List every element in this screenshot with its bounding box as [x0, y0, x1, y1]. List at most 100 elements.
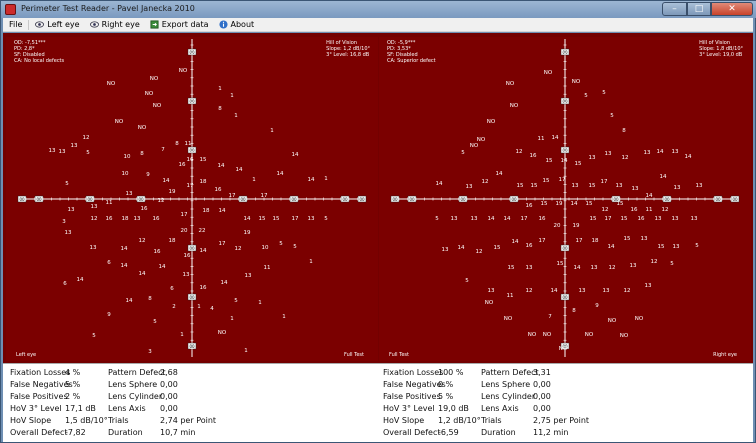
left-plot-sensitivity-value: 14	[163, 178, 170, 184]
stat-value: 0,00	[533, 404, 551, 413]
left-plot-sensitivity-value: 14	[236, 167, 243, 173]
menu-right-eye[interactable]: Right eye	[89, 20, 140, 29]
left-plot-sensitivity-value: 8	[148, 296, 152, 302]
right-plot-sensitivity-value: 12	[476, 249, 483, 255]
left-plot-sensitivity-value: 13	[59, 149, 66, 155]
right-plot-sensitivity-value: 14	[458, 245, 465, 251]
menu-bar: File Left eye Right eye Export data Abou…	[3, 18, 753, 32]
right-plot-sensitivity-value: NO	[470, 143, 479, 149]
left-plot-sensitivity-value: 10	[262, 245, 269, 251]
menu-file[interactable]: File	[9, 20, 22, 29]
left-plot-sensitivity-value: 13	[183, 272, 190, 278]
left-plot-sensitivity-value: NO	[218, 330, 227, 336]
stat-label: Pattern Defect	[481, 368, 539, 377]
left-plot-sensitivity-value: 14	[218, 163, 225, 169]
right-plot-sensitivity-value: 19	[573, 223, 580, 229]
left-plot-sensitivity-value: NO	[138, 125, 147, 131]
left-plot-sensitivity-value: 14	[308, 177, 315, 183]
stat-label: Trials	[108, 416, 129, 425]
stat-label: Overall Defect	[10, 428, 68, 437]
left-plot-sensitivity-value: 13	[90, 245, 97, 251]
stat-label: Overall Defect	[383, 428, 441, 437]
stat-value: 100 %	[438, 368, 464, 377]
right-plot-sensitivity-value: 5	[584, 93, 588, 99]
app-window: Perimeter Test Reader - Pavel Janecka 20…	[0, 0, 756, 443]
right-plot-sensitivity-value: 13	[442, 247, 449, 253]
right-plot-sensitivity-value: 13	[572, 183, 579, 189]
left-plot-sensitivity-value: 13	[65, 230, 72, 236]
right-plot-axis-marker: 00	[407, 195, 417, 203]
info-icon	[218, 20, 228, 29]
left-plot-sensitivity-value: 6	[63, 281, 67, 287]
window-title: Perimeter Test Reader - Pavel Janecka 20…	[21, 4, 195, 13]
right-plot-sensitivity-value: NO	[506, 81, 515, 87]
left-plot-sensitivity-value: 7	[161, 147, 165, 153]
svg-text:00: 00	[189, 50, 195, 55]
stat-value: 2,75 per Point	[533, 416, 590, 425]
right-plot-sensitivity-value: 5	[461, 150, 465, 156]
stat-label: Duration	[108, 428, 143, 437]
right-plot-sensitivity-value: 13	[655, 216, 662, 222]
right-plot-sensitivity-value: 13	[674, 185, 681, 191]
right-plot-sensitivity-value: 13	[603, 288, 610, 294]
left-plot-axis-marker: 00	[187, 146, 197, 154]
menu-export-data[interactable]: Export data	[150, 20, 209, 29]
eye-icon	[89, 21, 99, 28]
right-plot-sensitivity-value: 13	[488, 288, 495, 294]
left-plot-sensitivity-value: 16	[200, 285, 207, 291]
left-plot-sensitivity-value: 13	[71, 143, 78, 149]
right-plot-sensitivity-value: 13	[616, 183, 623, 189]
right-plot-sensitivity-value: 15	[589, 183, 596, 189]
right-plot-sensitivity-value: 13	[645, 283, 652, 289]
title-bar[interactable]: Perimeter Test Reader - Pavel Janecka 20…	[1, 1, 756, 18]
right-plot-eye-label: Right eye	[713, 352, 737, 358]
stat-label: Lens Axis	[108, 404, 146, 413]
right-plot-sensitivity-value: 14	[504, 216, 511, 222]
right-plot-sensitivity-value: 14	[660, 174, 667, 180]
stat-label: Lens Axis	[481, 404, 519, 413]
stat-label: Lens Sphere	[108, 380, 158, 389]
right-plot-sensitivity-value: 13	[579, 288, 586, 294]
left-plot-sensitivity-value: 22	[199, 228, 206, 234]
svg-text:00: 00	[240, 197, 246, 202]
minimize-button[interactable]: –	[662, 2, 687, 16]
left-plot-sensitivity-value: 1	[197, 304, 201, 310]
left-plot-sensitivity-value: 14	[292, 152, 299, 158]
right-plot-sensitivity-value: 14	[685, 154, 692, 160]
right-plot-sensitivity-value: 15	[543, 178, 550, 184]
right-plot-axis-marker: 00	[560, 48, 570, 56]
right-plot-sensitivity-value: 15	[624, 236, 631, 242]
stat-value: 11,2 min	[533, 428, 569, 437]
left-plot-sensitivity-value: 1	[282, 314, 286, 320]
stat-value: 2 %	[65, 392, 81, 401]
left-plot-sensitivity-value: 16	[184, 253, 191, 259]
maximize-button[interactable]: □	[687, 2, 711, 16]
left-plot-sensitivity-value: 16	[215, 187, 222, 193]
svg-text:00: 00	[562, 50, 568, 55]
left-plot-sensitivity-value: 17	[229, 193, 236, 199]
right-plot-sensitivity-value: 14	[646, 193, 653, 199]
left-plot-indices: OD: -7,51*** PD: 2,8* SF: Disabled CA: N…	[14, 40, 64, 64]
svg-text:00: 00	[36, 197, 42, 202]
right-plot-sensitivity-value: 12	[609, 265, 616, 271]
stat-label: False Positives	[10, 392, 68, 401]
close-button[interactable]: ✕	[711, 2, 753, 16]
right-plot-axis-marker: 00	[662, 195, 672, 203]
left-plot-sensitivity-value: 4	[210, 306, 214, 312]
right-plot-sensitivity-value: 17	[559, 177, 566, 183]
svg-text:00: 00	[732, 197, 738, 202]
right-plot-sensitivity-value: 5	[435, 216, 439, 222]
right-plot-axis-marker: 00	[390, 195, 400, 203]
stat-value: 5 %	[65, 380, 81, 389]
right-plot-sensitivity-value: 12	[651, 259, 658, 265]
left-plot-sensitivity-value: 12	[83, 135, 90, 141]
menu-about[interactable]: About	[218, 20, 254, 29]
menu-left-eye[interactable]: Left eye	[35, 20, 80, 29]
svg-text:00: 00	[359, 197, 365, 202]
left-eye-field-chart: 00 00 00 00 00 0000000000000000 00NONONONO1811…	[17, 39, 367, 357]
plots-area: 00 00 00 00 00 00 00 00 00 00 00 00 00 00 NO NO NO NO 1 8 1 1…	[3, 33, 753, 363]
right-plot-sensitivity-value: 15	[546, 158, 553, 164]
stat-value: 0 %	[438, 380, 454, 389]
right-plot-axis-marker: 00	[713, 195, 723, 203]
left-plot-sensitivity-value: 5	[324, 216, 328, 222]
